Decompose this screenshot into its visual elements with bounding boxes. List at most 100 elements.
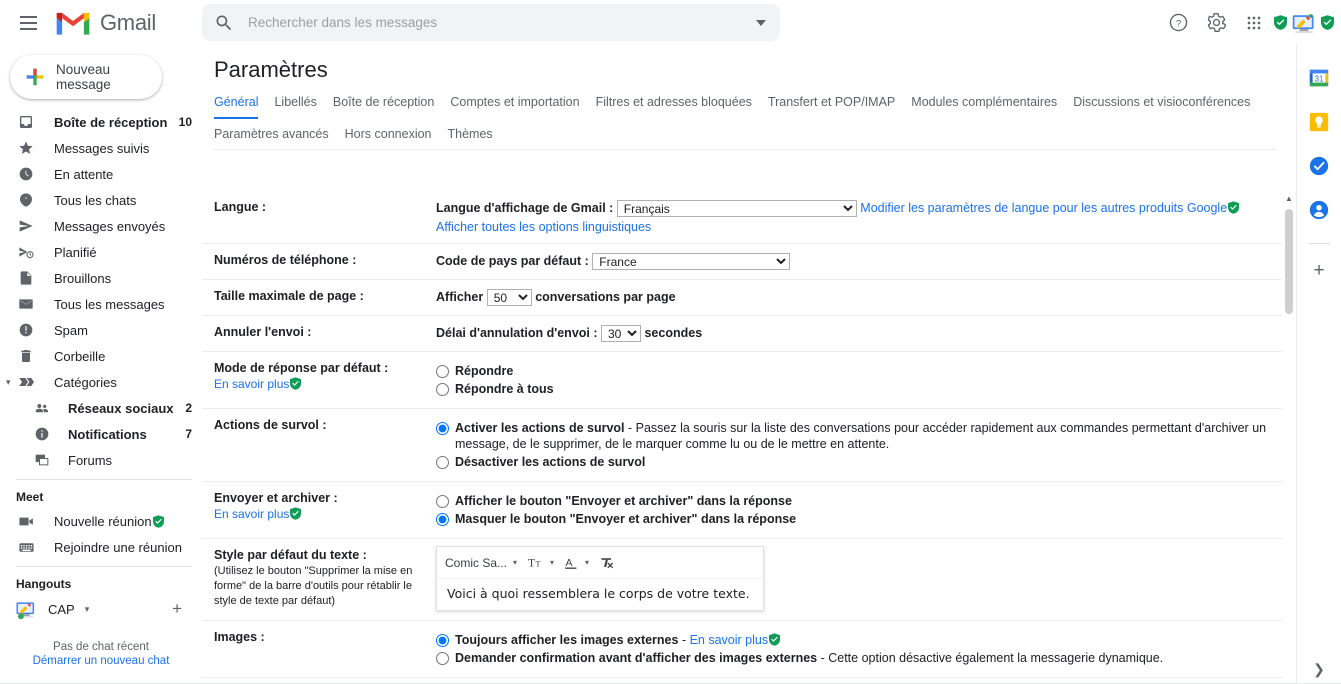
caret-down-icon[interactable]: ▾ bbox=[6, 377, 16, 388]
sidebar-item-notifications[interactable]: Notifications 7 bbox=[0, 421, 202, 447]
text-color-selector[interactable]: A ▾ bbox=[564, 555, 589, 571]
shield-badge-icon-2 bbox=[1321, 15, 1334, 30]
scrollbar-track[interactable] bbox=[1285, 205, 1293, 670]
text-style-toolbar: Comic Sa... ▾ T T ▾ A ▾ bbox=[437, 547, 763, 579]
radio-option-always-show-images[interactable]: Toujours afficher les images externes - … bbox=[436, 632, 1268, 648]
sidebar-item-join-meeting[interactable]: Rejoindre une réunion bbox=[0, 534, 202, 560]
chevron-right-icon[interactable]: ❯ bbox=[1313, 661, 1325, 678]
settings-scrollbar[interactable]: ▲ bbox=[1282, 191, 1296, 684]
radio-hover-disable[interactable] bbox=[436, 456, 449, 469]
send-icon bbox=[16, 216, 36, 236]
text-style-title: Style par défaut du texte : bbox=[214, 548, 367, 562]
default-reply-learn-more-link[interactable]: En savoir plus bbox=[214, 377, 289, 391]
tab-offline[interactable]: Hors connexion bbox=[345, 127, 432, 149]
tab-accounts-import[interactable]: Comptes et importation bbox=[450, 95, 579, 119]
help-icon[interactable]: ? bbox=[1161, 6, 1195, 40]
sidebar-item-spam[interactable]: Spam bbox=[0, 317, 202, 343]
google-contacts-icon[interactable] bbox=[1308, 199, 1330, 221]
language-select[interactable]: Français bbox=[616, 200, 857, 217]
radio-option-reply[interactable]: Répondre bbox=[436, 363, 1268, 379]
sidebar-item-social[interactable]: Réseaux sociaux 2 bbox=[0, 395, 202, 421]
tab-forwarding-pop-imap[interactable]: Transfert et POP/IMAP bbox=[768, 95, 895, 119]
font-size-selector[interactable]: T T ▾ bbox=[527, 555, 554, 570]
shield-badge-icon-meet bbox=[152, 514, 164, 528]
text-style-preview: Voici à quoi ressemblera le corps de vot… bbox=[447, 586, 750, 601]
radio-option-reply-all[interactable]: Répondre à tous bbox=[436, 381, 1268, 397]
google-tasks-icon[interactable] bbox=[1308, 155, 1330, 177]
plus-icon[interactable]: + bbox=[172, 599, 182, 619]
setting-body-language: Langue d'affichage de Gmail : Français M… bbox=[436, 200, 1282, 234]
radio-show-send-archive[interactable] bbox=[436, 495, 449, 508]
sidebar-item-snoozed[interactable]: En attente bbox=[0, 161, 202, 187]
scroll-up-button[interactable]: ▲ bbox=[1282, 191, 1296, 205]
scrollbar-thumb[interactable] bbox=[1285, 209, 1293, 314]
google-calendar-icon[interactable]: 31 bbox=[1308, 67, 1330, 89]
radio-ask-before-images[interactable] bbox=[436, 652, 449, 665]
images-learn-more-link[interactable]: En savoir plus bbox=[690, 633, 769, 647]
tab-inbox[interactable]: Boîte de réception bbox=[333, 95, 434, 119]
avatar[interactable] bbox=[1290, 10, 1318, 36]
plus-icon bbox=[26, 68, 44, 86]
radio-reply-all[interactable] bbox=[436, 383, 449, 396]
apps-grid-icon[interactable] bbox=[1237, 6, 1271, 40]
send-archive-learn-more-link[interactable]: En savoir plus bbox=[214, 507, 289, 521]
google-keep-icon[interactable] bbox=[1308, 111, 1330, 133]
radio-option-hide-send-archive[interactable]: Masquer le bouton "Envoyer et archiver" … bbox=[436, 511, 1268, 527]
search-bar[interactable] bbox=[202, 4, 780, 41]
gmail-logo[interactable]: Gmail bbox=[54, 9, 156, 37]
compose-button[interactable]: Nouveau message bbox=[10, 55, 162, 99]
sidebar-item-scheduled[interactable]: Planifié bbox=[0, 239, 202, 265]
undo-send-select[interactable]: 30 bbox=[601, 325, 641, 342]
radio-hover-enable[interactable] bbox=[436, 422, 449, 435]
sidebar-item-all-chats[interactable]: " Tous les chats bbox=[0, 187, 202, 213]
plus-icon[interactable]: + bbox=[1313, 260, 1324, 282]
sidebar-item-new-meeting[interactable]: Nouvelle réunion bbox=[0, 508, 202, 534]
draft-icon bbox=[16, 268, 36, 288]
sidebar-item-all-mail[interactable]: Tous les messages bbox=[0, 291, 202, 317]
country-code-select[interactable]: France bbox=[592, 253, 791, 270]
start-new-chat-link[interactable]: Démarrer un nouveau chat bbox=[0, 655, 202, 667]
svg-text:T: T bbox=[536, 560, 541, 569]
tab-chat-meet[interactable]: Discussions et visioconférences bbox=[1073, 95, 1250, 119]
hangouts-user-row[interactable]: CAP ▾ + bbox=[0, 595, 202, 623]
sidebar-item-drafts[interactable]: Brouillons bbox=[0, 265, 202, 291]
radio-always-show-images[interactable] bbox=[436, 634, 449, 647]
search-input[interactable] bbox=[246, 14, 756, 31]
avatar bbox=[16, 602, 35, 620]
caret-down-icon[interactable]: ▾ bbox=[85, 604, 90, 615]
sidebar-item-sent[interactable]: Messages envoyés bbox=[0, 213, 202, 239]
sidebar-item-categories[interactable]: ▾ Catégories bbox=[0, 369, 202, 395]
show-all-language-options-link[interactable]: Afficher toutes les options linguistique… bbox=[436, 220, 651, 234]
tab-labels[interactable]: Libellés bbox=[274, 95, 316, 119]
tab-themes[interactable]: Thèmes bbox=[448, 127, 493, 149]
sidebar-item-trash[interactable]: Corbeille bbox=[0, 343, 202, 369]
main-menu-icon[interactable] bbox=[8, 3, 48, 43]
setting-row-hover-actions: Actions de survol : Activer les actions … bbox=[202, 409, 1282, 482]
default-reply-title: Mode de réponse par défaut : bbox=[214, 361, 389, 375]
remove-formatting-button[interactable] bbox=[599, 555, 615, 571]
tab-general[interactable]: Général bbox=[214, 95, 259, 119]
sidebar-item-inbox[interactable]: Boîte de réception 10 bbox=[0, 109, 202, 135]
radio-hide-send-archive[interactable] bbox=[436, 513, 449, 526]
spam-icon bbox=[16, 320, 36, 340]
tab-advanced[interactable]: Paramètres avancés bbox=[214, 127, 329, 149]
page-size-select[interactable]: 50 bbox=[486, 289, 532, 306]
setting-label-images: Images : bbox=[214, 630, 265, 644]
gear-icon[interactable] bbox=[1199, 6, 1233, 40]
radio-label-always-show-images: Toujours afficher les images externes bbox=[455, 633, 679, 647]
font-family-selector[interactable]: Comic Sa... ▾ bbox=[445, 556, 517, 570]
radio-option-show-send-archive[interactable]: Afficher le bouton "Envoyer et archiver"… bbox=[436, 493, 1268, 509]
radio-reply[interactable] bbox=[436, 365, 449, 378]
tab-filters-blocked[interactable]: Filtres et adresses bloquées bbox=[596, 95, 752, 119]
radio-option-hover-disable[interactable]: Désactiver les actions de survol bbox=[436, 454, 1268, 470]
radio-option-ask-before-images[interactable]: Demander confirmation avant d'afficher d… bbox=[436, 650, 1268, 666]
tab-addons[interactable]: Modules complémentaires bbox=[911, 95, 1057, 119]
mail-stack-icon bbox=[16, 294, 36, 314]
radio-option-hover-enable[interactable]: Activer les actions de survol - Passez l… bbox=[436, 420, 1268, 452]
change-language-other-products-link[interactable]: Modifier les paramètres de langue pour l… bbox=[860, 201, 1227, 215]
setting-row-phone-numbers: Numéros de téléphone : Code de pays par … bbox=[202, 244, 1282, 280]
sidebar-item-forums[interactable]: Forums bbox=[0, 447, 202, 473]
search-options-icon[interactable] bbox=[756, 19, 766, 26]
sidebar-item-starred[interactable]: Messages suivis bbox=[0, 135, 202, 161]
shield-badge-icon-lang bbox=[1228, 201, 1240, 214]
